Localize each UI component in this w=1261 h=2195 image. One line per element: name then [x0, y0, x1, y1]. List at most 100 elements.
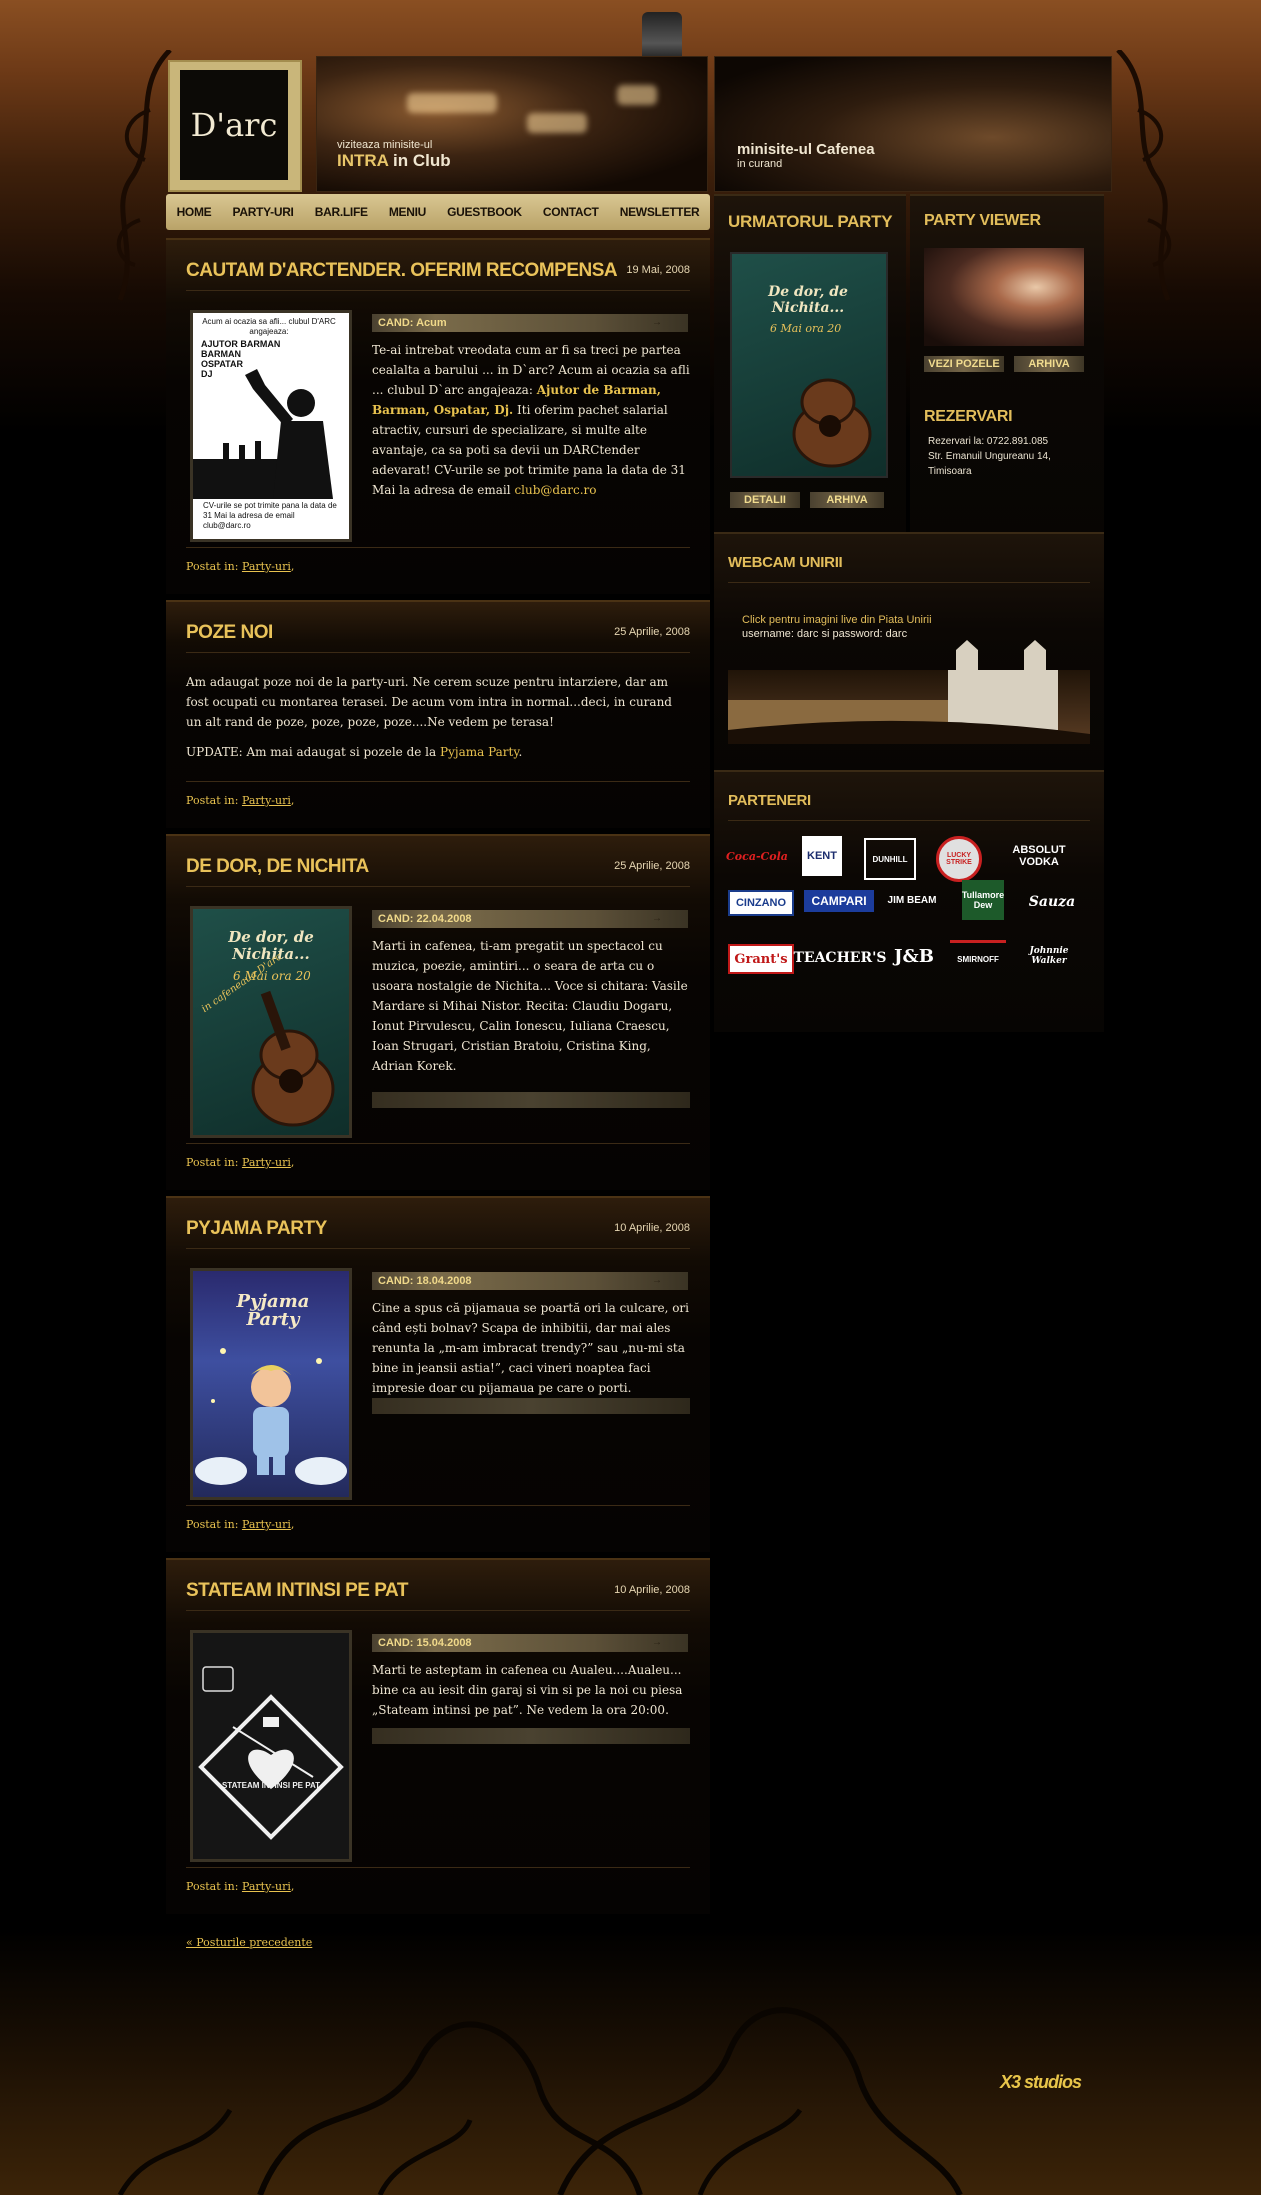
post-title[interactable]: POZE NOI [186, 622, 273, 644]
category-link[interactable]: Party-uri [242, 794, 291, 807]
post-title[interactable]: STATEAM INTINSI PE PAT [186, 1580, 408, 1602]
next-party-box: URMATORUL PARTY De dor, de Nichita... 6 … [714, 194, 906, 556]
post-date: 19 Mai, 2008 [626, 264, 690, 276]
club-minisite-banner[interactable]: viziteaza minisite-ul INTRA in Club [316, 56, 708, 192]
partner-campari[interactable]: CAMPARI [804, 890, 874, 912]
post-body-text: UPDATE: Am mai adaugat si pozele de la [186, 745, 437, 759]
partner-teachers[interactable]: TEACHER'S [793, 942, 886, 974]
nav-home[interactable]: HOME [177, 205, 212, 219]
decorative-strip [372, 1092, 690, 1108]
heart-arrow-diamond-icon [198, 1666, 344, 1840]
partner-cinzano[interactable]: CINZANO [728, 890, 794, 916]
poster-role: AJUTOR BARMAN [201, 339, 281, 349]
nav-newsletter[interactable]: NEWSLETTER [620, 205, 700, 219]
x3-studios-logo[interactable]: X3 studios [1000, 2072, 1082, 2093]
event-when-bar: CAND: 15.04.2008 [372, 1634, 688, 1652]
event-when-bar: CAND: Acum [372, 314, 688, 332]
poster-bottom-text: CV-urile se pot trimite pana la data de … [203, 501, 337, 530]
next-party-title: URMATORUL PARTY [728, 212, 893, 231]
webcam-line1: Click pentru imagini live din Piata Unir… [742, 614, 932, 626]
partner-smirnoff[interactable]: SMIRNOFF [950, 940, 1006, 975]
post-title[interactable]: DE DOR, DE NICHITA [186, 856, 369, 878]
post-poster-image[interactable]: STATEAM INTINSI PE PAT [190, 1630, 352, 1862]
pyjama-party-link[interactable]: Pyjama Party [440, 745, 519, 759]
post-cautam-darctender: CAUTAM D'ARCTENDER. OFERIM RECOMPENSA 19… [166, 238, 710, 594]
nav-contact[interactable]: CONTACT [543, 205, 599, 219]
vezi-pozele-button[interactable]: VEZI POZELE [924, 356, 1004, 372]
post-poster-image[interactable]: Pyjama Party [190, 1268, 352, 1500]
cafenea-minisite-banner[interactable]: minisite-ul Cafenea in curand [714, 56, 1112, 192]
post-footer: Postat in: Party-uri, [186, 1867, 690, 1902]
email-link[interactable]: club@darc.ro [514, 483, 596, 497]
posted-in-label: Postat in: [186, 1518, 239, 1531]
nav-bar-life[interactable]: BAR.LIFE [315, 205, 368, 219]
viewer-archive-button[interactable]: ARHIVA [1014, 356, 1084, 372]
logo[interactable]: D'arc [168, 60, 302, 192]
post-poster-image[interactable]: Acum ai ocazia sa afli... clubul D'ARC a… [190, 310, 352, 542]
post-body: Cine a spus că pijamaua se poartă ori la… [372, 1301, 689, 1395]
guitar-icon [792, 378, 872, 468]
rezervari-phone: Rezervari la: 0722.891.085 [928, 436, 1049, 447]
poster-title: STATEAM INTINSI PE PAT [221, 1781, 321, 1790]
poster-role: BARMAN [201, 349, 241, 359]
logo-text: D'arc [180, 70, 288, 180]
partner-coca-cola[interactable]: Coca-Cola [726, 840, 788, 872]
webcam-link[interactable]: Click pentru imagini live din Piata Unir… [728, 604, 1090, 744]
post-date: 25 Aprilie, 2008 [614, 860, 690, 872]
post-footer: Postat in: Party-uri, [186, 547, 690, 582]
promo-cafenea-subtitle: in curand [737, 158, 783, 170]
post-date: 25 Aprilie, 2008 [614, 626, 690, 638]
detalii-button[interactable]: DETALII [730, 492, 800, 508]
archive-button[interactable]: ARHIVA [810, 492, 884, 508]
party-viewer-title: PARTY VIEWER [924, 212, 1041, 229]
post-footer: Postat in: Party-uri, [186, 1143, 690, 1178]
post-date: 10 Aprilie, 2008 [614, 1222, 690, 1234]
promo-cafenea-title: minisite-ul Cafenea [737, 141, 875, 158]
rezervari-title: REZERVARI [924, 408, 1013, 425]
post-poster-image[interactable]: De dor, de Nichita... 6 Mai ora 20 in ca… [190, 906, 352, 1138]
previous-posts-link[interactable]: « Posturile precedente [186, 1936, 312, 1949]
party-viewer-box: PARTY VIEWER VEZI POZELE ARHIVA REZERVAR… [910, 194, 1104, 556]
post-footer: Postat in: Party-uri, [186, 781, 690, 816]
post-de-dor-de-nichita: DE DOR, DE NICHITA 25 Aprilie, 2008 De d… [166, 834, 710, 1190]
partner-dunhill[interactable]: DUNHILL [864, 838, 916, 880]
next-party-poster[interactable]: De dor, de Nichita... 6 Mai ora 20 [730, 252, 888, 478]
rezervari-info: Rezervari la: 0722.891.085 Str. Emanuil … [928, 434, 1051, 479]
nav-meniu[interactable]: MENIU [389, 205, 426, 219]
category-link[interactable]: Party-uri [242, 560, 291, 573]
promo-club-intra: INTRA [337, 151, 389, 170]
partner-jim-beam[interactable]: JIM BEAM [884, 884, 940, 916]
poster-title: Pyjama Party [236, 1291, 310, 1330]
webcam-title: WEBCAM UNIRII [728, 554, 843, 571]
partner-lucky-strike[interactable]: LUCKY STRIKE [936, 836, 982, 882]
category-link[interactable]: Party-uri [242, 1880, 291, 1893]
partners-box: PARTENERI Coca-Cola KENT DUNHILL LUCKY S… [714, 770, 1104, 1032]
post-title[interactable]: CAUTAM D'ARCTENDER. OFERIM RECOMPENSA [186, 260, 618, 282]
posted-in-label: Postat in: [186, 1880, 239, 1893]
partner-johnnie-walker[interactable]: Johnnie Walker [1016, 940, 1082, 972]
post-poze-noi: POZE NOI 25 Aprilie, 2008 Am adaugat poz… [166, 600, 710, 828]
partner-sauza[interactable]: Sauza [1024, 886, 1080, 918]
posted-in-label: Postat in: [186, 1156, 239, 1169]
category-link[interactable]: Party-uri [242, 1518, 291, 1531]
category-link[interactable]: Party-uri [242, 1156, 291, 1169]
nav-party-uri[interactable]: PARTY-URI [233, 205, 294, 219]
post-title[interactable]: PYJAMA PARTY [186, 1218, 327, 1240]
next-party-poster-date: 6 Mai ora 20 [770, 322, 842, 335]
partner-tullamore-dew[interactable]: Tullamore Dew [962, 880, 1004, 920]
promo-club-suffix: in Club [393, 151, 451, 170]
next-party-poster-title: De dor, de Nichita... [768, 284, 848, 316]
footer-ornament [117, 2007, 963, 2195]
party-viewer-photo[interactable] [924, 248, 1084, 346]
partner-absolut-vodka[interactable]: ABSOLUT VODKA [1004, 840, 1074, 872]
partner-kent[interactable]: KENT [802, 836, 842, 876]
post-footer: Postat in: Party-uri, [186, 1505, 690, 1540]
partner-jb[interactable]: J&B [894, 940, 934, 972]
posted-in-label: Postat in: [186, 560, 239, 573]
post-body-text: Am adaugat poze noi de la party-uri. Ne … [186, 675, 672, 729]
poster-role: OSPATAR [201, 359, 243, 369]
partner-grants[interactable]: Grant's [728, 944, 794, 974]
post-stateam-intinsi-pe-pat: STATEAM INTINSI PE PAT 10 Aprilie, 2008 … [166, 1558, 710, 1914]
partners-title: PARTENERI [728, 792, 811, 809]
nav-guestbook[interactable]: GUESTBOOK [447, 205, 522, 219]
